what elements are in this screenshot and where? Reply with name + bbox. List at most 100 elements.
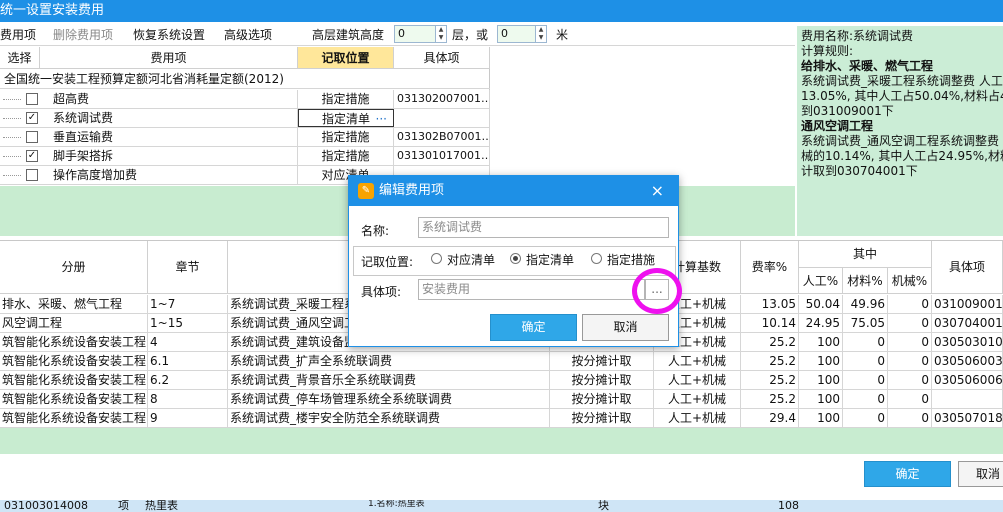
cell-item[interactable]	[932, 390, 1003, 408]
column-header-item[interactable]: 具体项	[932, 241, 1003, 294]
cell-chapter[interactable]: 1~15	[148, 314, 228, 332]
cell-machine[interactable]: 0	[888, 371, 932, 389]
cell-material[interactable]: 0	[843, 333, 888, 351]
cell-name[interactable]: 系统调试费_楼宇安全防范全系统联调费	[228, 409, 550, 427]
cell-chapter[interactable]: 8	[148, 390, 228, 408]
stepper-arrows-icon[interactable]: ▲ ▼	[535, 26, 546, 42]
option-label[interactable]: 指定措施	[607, 251, 655, 268]
cell-item[interactable]: 030506003	[932, 352, 1003, 370]
item-cell[interactable]: 031301017001…	[394, 147, 490, 165]
radio-specified-measure[interactable]	[591, 253, 602, 264]
cell-machine[interactable]: 0	[888, 409, 932, 427]
floors-stepper[interactable]: 0 ▲ ▼	[394, 25, 447, 43]
add-fee-item-button[interactable]: 费用项	[0, 26, 36, 43]
cell-rate[interactable]: 25.2	[741, 333, 799, 351]
rate-row[interactable]: 筑智能化系统设备安装工程 9 系统调试费_楼宇安全防范全系统联调费 按分摊计取 人工+机…	[0, 409, 1003, 428]
cell-name[interactable]: 系统调试费_停车场管理系统全系统联调费	[228, 390, 550, 408]
cell-volume[interactable]: 排水、采暖、燃气工程	[0, 295, 148, 313]
background-list-row[interactable]: 031003014008 项 热里表 1.名称:热里表 块 108	[0, 500, 1003, 512]
cell-rate[interactable]: 25.2	[741, 352, 799, 370]
cell-machine[interactable]: 0	[888, 333, 932, 351]
position-cell[interactable]: 指定措施	[298, 147, 394, 165]
cell-item[interactable]: 031009001	[932, 295, 1003, 313]
cell-rate[interactable]: 29.4	[741, 409, 799, 427]
cell-chapter[interactable]: 1~7	[148, 295, 228, 313]
cell-rate[interactable]: 25.2	[741, 371, 799, 389]
option-label[interactable]: 指定清单	[526, 251, 574, 268]
cell-labor[interactable]: 100	[799, 352, 843, 370]
column-header-select[interactable]: 选择	[0, 47, 40, 69]
cell-name[interactable]: 系统调试费_扩声全系统联调费	[228, 352, 550, 370]
fee-item-row[interactable]: 超高费 指定措施 031302007001…	[0, 90, 490, 109]
cell-machine[interactable]: 0	[888, 314, 932, 332]
cell-material[interactable]: 0	[843, 409, 888, 427]
cell-item[interactable]: 030506006	[932, 371, 1003, 389]
item-cell[interactable]: 031302B07001…	[394, 128, 490, 146]
column-header-rate[interactable]: 费率%	[741, 241, 799, 294]
rate-row[interactable]: 筑智能化系统设备安装工程 6.2 系统调试费_背景音乐全系统联调费 按分摊计取 人工+机…	[0, 371, 1003, 390]
cell-method[interactable]: 按分摊计取	[550, 390, 654, 408]
column-header-item[interactable]: 具体项	[394, 47, 490, 69]
close-icon[interactable]: ×	[651, 176, 664, 206]
cell-labor[interactable]: 50.04	[799, 295, 843, 313]
cell-labor[interactable]: 100	[799, 409, 843, 427]
position-cell[interactable]: 指定清单 ···	[298, 109, 394, 127]
cell-volume[interactable]: 筑智能化系统设备安装工程	[0, 352, 148, 370]
column-header-machine[interactable]: 机械%	[888, 268, 932, 294]
cell-item[interactable]: 030507018	[932, 409, 1003, 427]
main-ok-button[interactable]: 确定	[864, 461, 951, 487]
option-label[interactable]: 对应清单	[447, 251, 495, 268]
item-cell[interactable]	[394, 109, 490, 127]
cell-rate[interactable]: 13.05	[741, 295, 799, 313]
radio-specified-list[interactable]	[510, 253, 521, 264]
column-header-chapter[interactable]: 章节	[148, 241, 228, 294]
cell-chapter[interactable]: 4	[148, 333, 228, 351]
cell-machine[interactable]: 0	[888, 390, 932, 408]
column-header-labor[interactable]: 人工%	[799, 268, 843, 294]
cell-material[interactable]: 0	[843, 352, 888, 370]
advanced-options-button[interactable]: 高级选项	[224, 26, 272, 43]
column-header-material[interactable]: 材料%	[843, 268, 888, 294]
column-header-volume[interactable]: 分册	[0, 241, 148, 294]
cell-volume[interactable]: 筑智能化系统设备安装工程	[0, 371, 148, 389]
select-checkbox[interactable]	[26, 93, 38, 105]
cell-chapter[interactable]: 9	[148, 409, 228, 427]
restore-system-settings-button[interactable]: 恢复系统设置	[133, 26, 205, 43]
cell-rate[interactable]: 10.14	[741, 314, 799, 332]
cell-item[interactable]: 030704001	[932, 314, 1003, 332]
dialog-ok-button[interactable]: 确定	[490, 314, 577, 341]
cell-labor[interactable]: 24.95	[799, 314, 843, 332]
stepper-arrows-icon[interactable]: ▲ ▼	[435, 26, 446, 42]
fee-item-row[interactable]: ✓ 脚手架搭拆 指定措施 031301017001…	[0, 147, 490, 166]
cell-volume[interactable]: 风空调工程	[0, 314, 148, 332]
cell-volume[interactable]: 筑智能化系统设备安装工程	[0, 390, 148, 408]
rate-row[interactable]: 筑智能化系统设备安装工程 6.1 系统调试费_扩声全系统联调费 按分摊计取 人工+机械 2…	[0, 352, 1003, 371]
cell-chapter[interactable]: 6.2	[148, 371, 228, 389]
cell-volume[interactable]: 筑智能化系统设备安装工程	[0, 409, 148, 427]
cell-rate[interactable]: 25.2	[741, 390, 799, 408]
fee-item-row[interactable]: 垂直运输费 指定措施 031302B07001…	[0, 128, 490, 147]
cell-chapter[interactable]: 6.1	[148, 352, 228, 370]
position-cell[interactable]: 指定措施	[298, 128, 394, 146]
dialog-cancel-button[interactable]: 取消	[582, 314, 669, 341]
item-cell[interactable]: 031302007001…	[394, 90, 490, 108]
meters-stepper[interactable]: 0 ▲ ▼	[497, 25, 547, 43]
cell-labor[interactable]: 100	[799, 333, 843, 351]
cell-labor[interactable]: 100	[799, 390, 843, 408]
column-header-fee-item[interactable]: 费用项	[40, 47, 298, 69]
cell-base[interactable]: 人工+机械	[654, 390, 741, 408]
cell-material[interactable]: 0	[843, 390, 888, 408]
cell-base[interactable]: 人工+机械	[654, 352, 741, 370]
cell-method[interactable]: 按分摊计取	[550, 352, 654, 370]
cell-method[interactable]: 按分摊计取	[550, 371, 654, 389]
cell-material[interactable]: 49.96	[843, 295, 888, 313]
radio-corresponding-list[interactable]	[431, 253, 442, 264]
cell-method[interactable]: 按分摊计取	[550, 409, 654, 427]
more-options-icon[interactable]: ···	[376, 110, 387, 126]
position-cell[interactable]: 指定措施	[298, 90, 394, 108]
rate-row[interactable]: 筑智能化系统设备安装工程 8 系统调试费_停车场管理系统全系统联调费 按分摊计取 人工+…	[0, 390, 1003, 409]
cell-machine[interactable]: 0	[888, 295, 932, 313]
fee-item-row[interactable]: ✓ 系统调试费 指定清单 ···	[0, 109, 490, 128]
select-checkbox[interactable]	[26, 169, 38, 181]
column-header-position[interactable]: 记取位置	[298, 47, 394, 69]
